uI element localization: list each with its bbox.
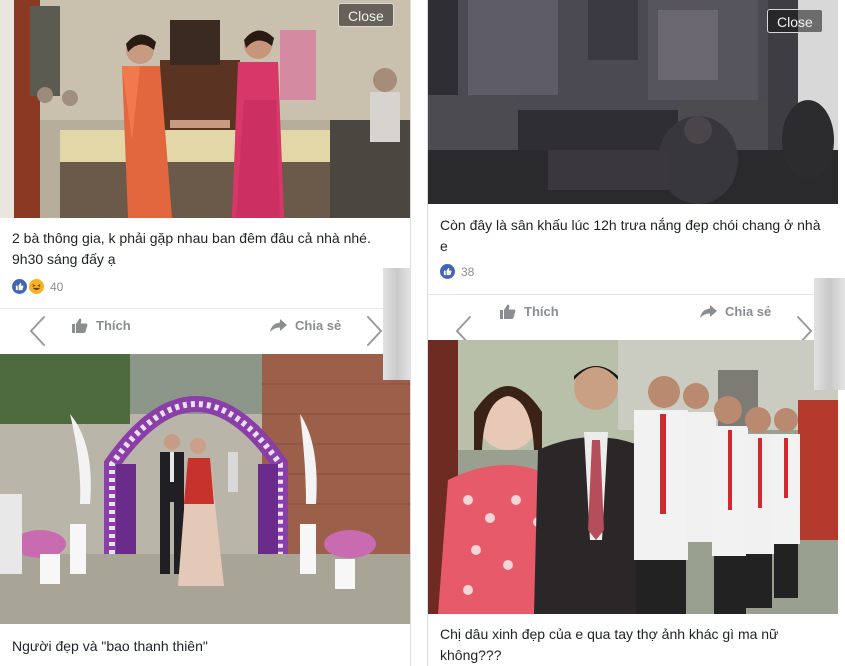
thumbs-up-icon bbox=[72, 318, 88, 333]
reaction-summary[interactable]: 38 bbox=[440, 264, 474, 279]
reaction-summary[interactable]: 40 bbox=[12, 279, 63, 294]
share-label: Chia sẻ bbox=[725, 304, 772, 319]
share-arrow-icon bbox=[270, 319, 287, 332]
like-icon bbox=[440, 264, 455, 279]
next-post-caption: Chị dâu xinh đẹp của e qua tay thợ ảnh k… bbox=[440, 626, 779, 663]
like-button[interactable]: Thích bbox=[72, 318, 131, 333]
photo-bride-groomsmen[interactable] bbox=[428, 340, 838, 614]
reaction-count: 40 bbox=[50, 279, 64, 294]
right-photo-viewer: Close Còn đây là sân khấu lúc 12h trưa n… bbox=[427, 0, 838, 666]
share-button[interactable]: Chia sẻ bbox=[700, 304, 771, 319]
share-label: Chia sẻ bbox=[295, 318, 342, 333]
next-post-caption: Người đẹp và "bao thanh thiên" bbox=[12, 638, 208, 654]
like-icon bbox=[12, 279, 27, 294]
like-label: Thích bbox=[96, 318, 131, 333]
thumbs-up-icon bbox=[500, 304, 516, 319]
close-button[interactable]: Close bbox=[338, 3, 394, 27]
photo-mothers-handshake[interactable]: Close bbox=[0, 0, 410, 218]
share-arrow-icon bbox=[700, 305, 717, 318]
like-button[interactable]: Thích bbox=[500, 304, 559, 319]
prev-arrow-icon[interactable] bbox=[24, 314, 50, 348]
side-scroll-strip bbox=[383, 268, 411, 380]
side-scroll-strip bbox=[814, 278, 845, 390]
reaction-count: 38 bbox=[461, 264, 475, 279]
post-action-bar: Thích Chia sẻ bbox=[0, 308, 410, 347]
close-button[interactable]: Close bbox=[767, 9, 823, 33]
post-caption: Còn đây là sân khấu lúc 12h trưa nắng đẹ… bbox=[440, 217, 821, 254]
post-caption: 2 bà thông gia, k phải gặp nhau ban đêm … bbox=[12, 230, 371, 267]
photo-dark-stage[interactable]: Close bbox=[428, 0, 838, 204]
post-action-bar: Thích Chia sẻ bbox=[428, 294, 838, 333]
haha-icon bbox=[29, 279, 44, 294]
left-photo-viewer: Close 2 bà thông gia, k phải gặp nhau ba… bbox=[0, 0, 411, 666]
share-button[interactable]: Chia sẻ bbox=[270, 318, 341, 333]
photo-couple-flower-arch[interactable] bbox=[0, 354, 410, 624]
like-label: Thích bbox=[524, 304, 559, 319]
